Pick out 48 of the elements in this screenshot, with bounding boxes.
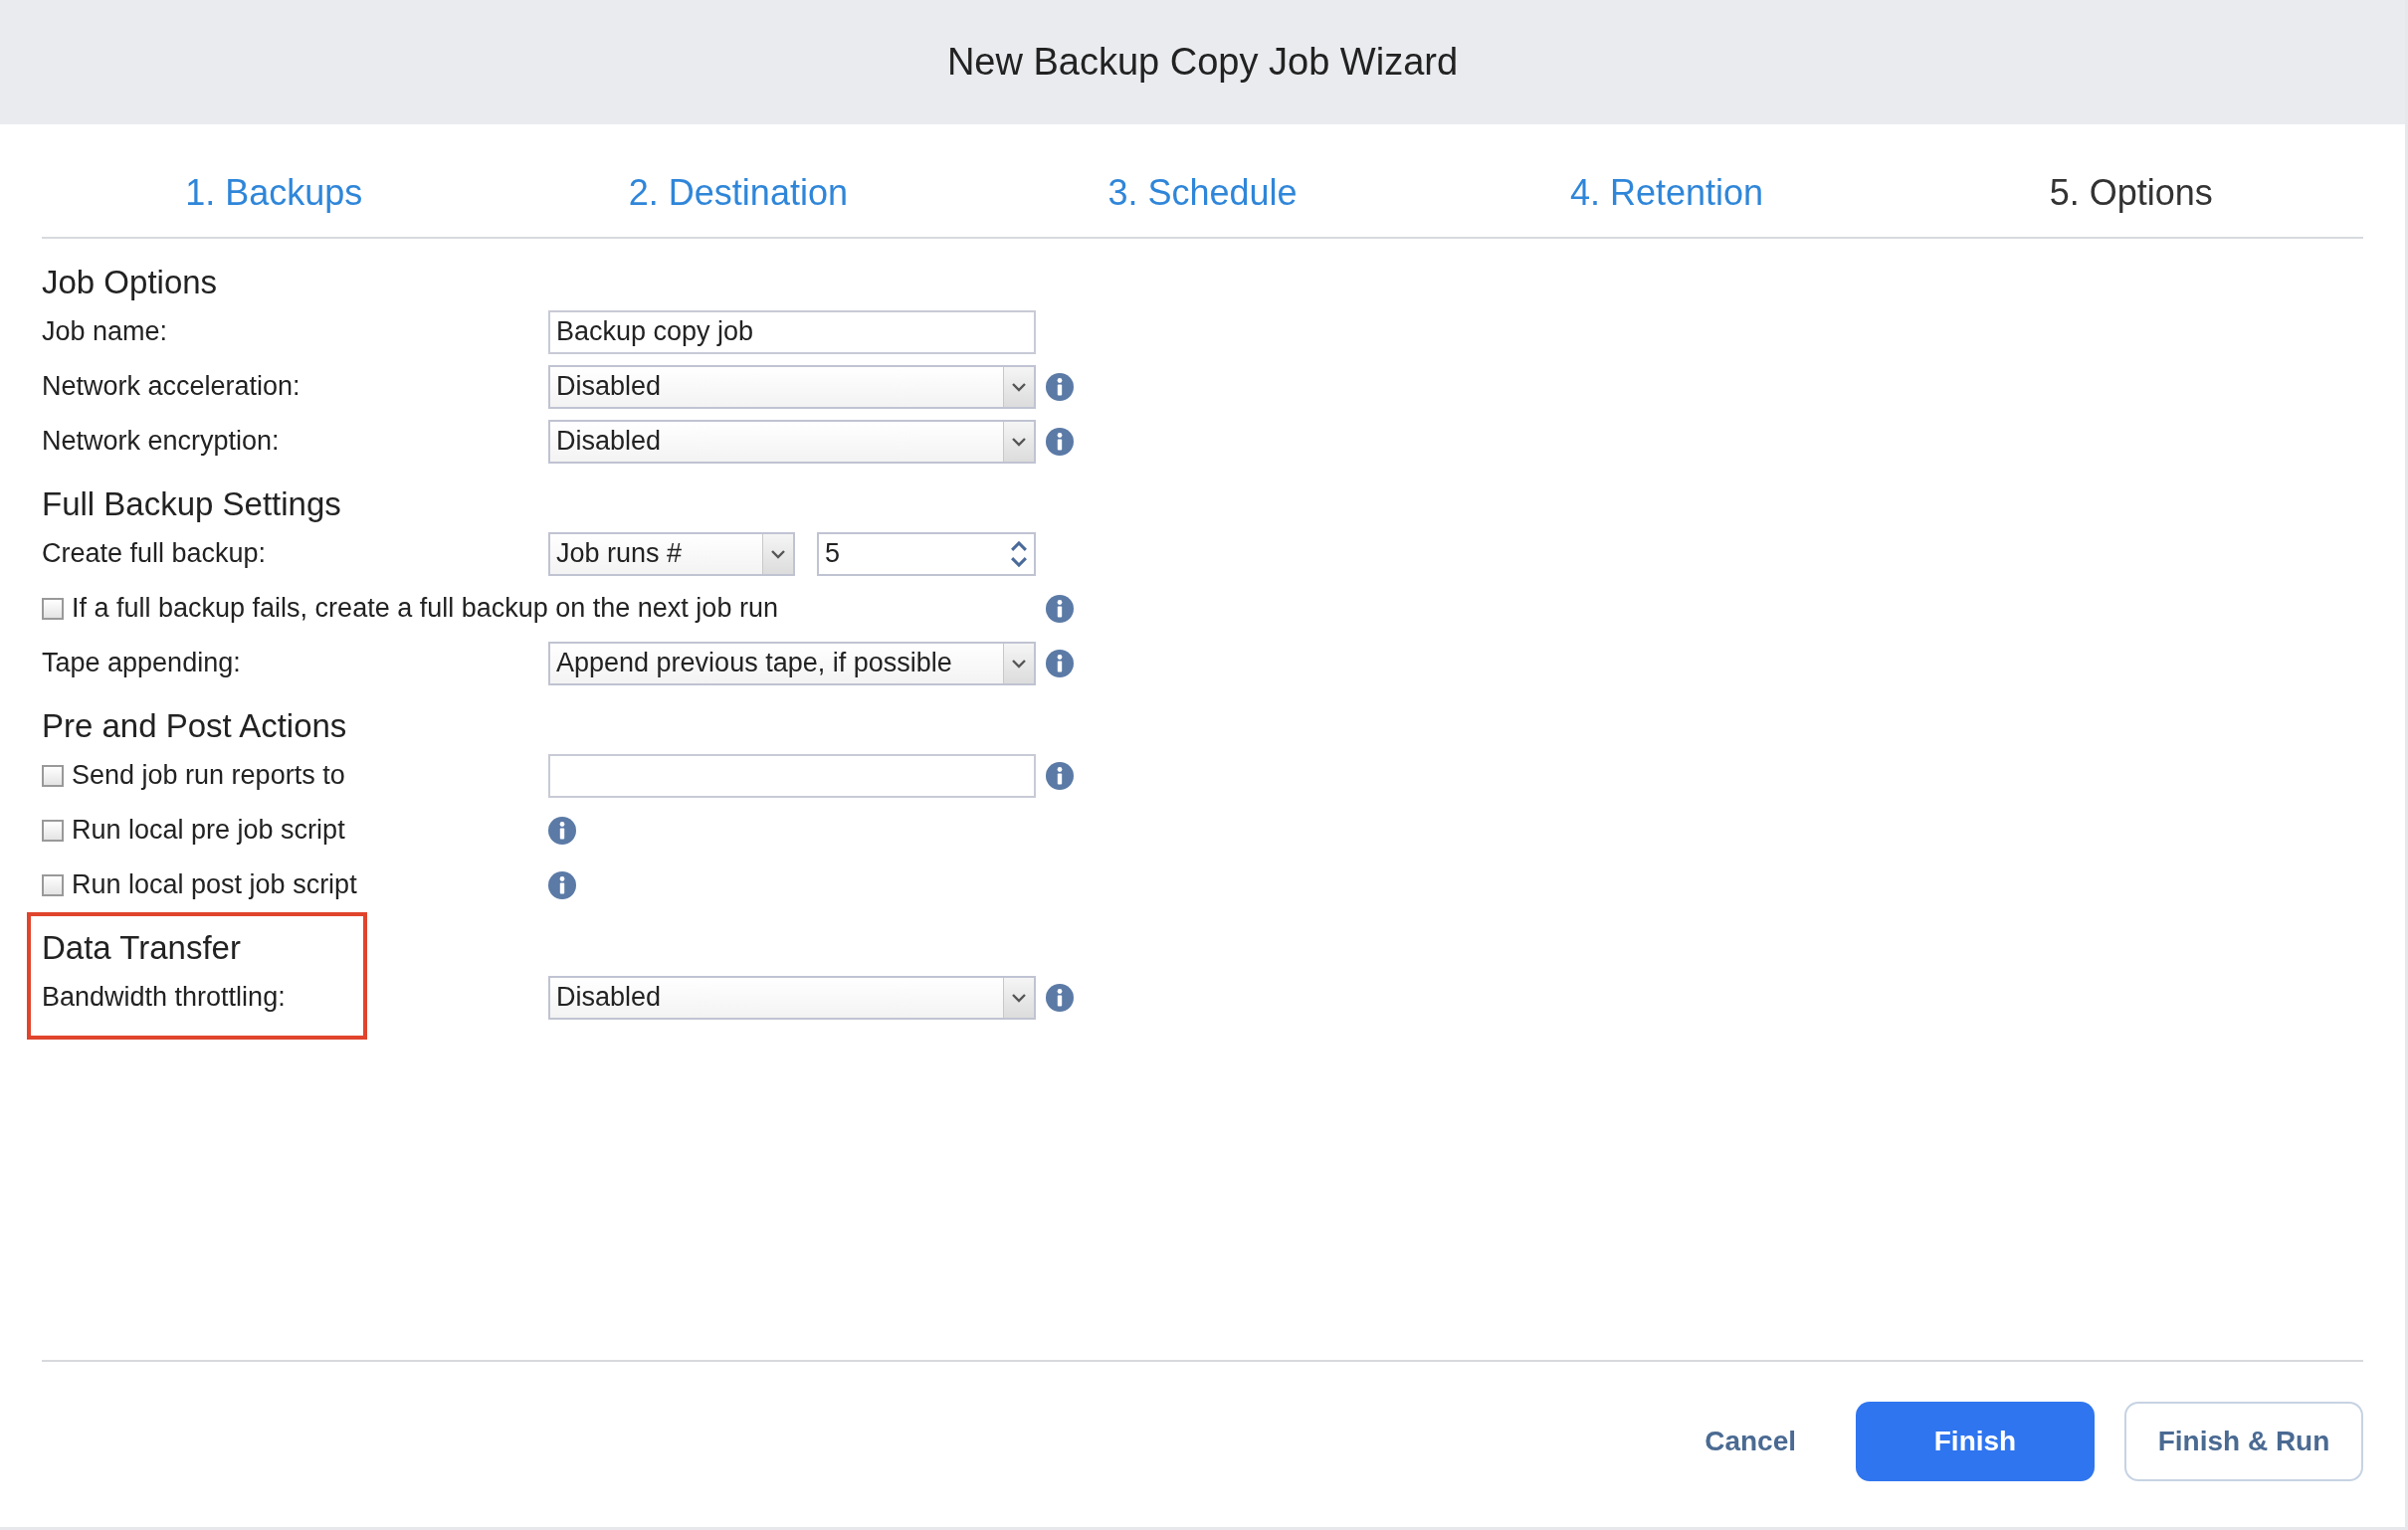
field-label: Network acceleration: (42, 371, 301, 402)
wizard-step-tab[interactable]: 5. Options (1899, 124, 2363, 237)
field-label: Network encryption: (42, 426, 280, 457)
checkbox-label: Run local post job script (72, 869, 357, 900)
dropdown[interactable]: Disabled (548, 975, 1036, 1020)
info-icon[interactable] (1046, 372, 1074, 401)
checkbox-label: Run local pre job script (72, 815, 345, 846)
caret-icon (1011, 992, 1027, 1003)
section-heading: Job Options (42, 263, 219, 302)
cancel-button[interactable]: Cancel (1675, 1402, 1826, 1481)
wizard-step-tab[interactable]: 4. Retention (1434, 124, 1900, 237)
checkbox[interactable] (42, 597, 64, 620)
field-label: Bandwidth throttling: (42, 982, 286, 1013)
dropdown[interactable]: Disabled (548, 364, 1036, 409)
number-spinner[interactable]: 5 (817, 531, 1036, 576)
checkbox[interactable] (42, 819, 64, 842)
checkbox-label: Send job run reports to (72, 760, 345, 791)
window-title: New Backup Copy Job Wizard (946, 41, 1459, 84)
info-icon[interactable] (1046, 427, 1074, 456)
section-heading: Pre and Post Actions (42, 706, 348, 746)
dropdown[interactable]: Job runs # (548, 531, 795, 576)
text-field[interactable]: Backup copy job (548, 309, 1036, 354)
field-label: Tape appending: (42, 648, 241, 678)
finish-button[interactable]: Finish (1856, 1402, 2095, 1481)
caret-icon (1011, 381, 1027, 392)
caret-icon (1011, 658, 1027, 669)
checkbox[interactable] (42, 873, 64, 896)
dropdown[interactable]: Disabled (548, 419, 1036, 464)
info-icon[interactable] (1046, 983, 1074, 1012)
wizard-step-tab[interactable]: 2. Destination (505, 124, 971, 237)
info-icon[interactable] (1046, 594, 1074, 623)
section-heading: Data Transfer (42, 928, 242, 968)
finish-and-run-button[interactable]: Finish & Run (2124, 1402, 2363, 1481)
email-field[interactable] (548, 753, 1036, 798)
wizard-step-tab[interactable]: 1. Backups (42, 124, 506, 237)
caret-icon (1011, 436, 1027, 447)
info-icon[interactable] (548, 870, 576, 899)
checkbox-label: If a full backup fails, create a full backup on the next job run (72, 593, 778, 624)
caret-icon (770, 548, 786, 559)
checkbox[interactable] (42, 764, 64, 787)
section-heading: Full Backup Settings (42, 484, 342, 524)
info-icon[interactable] (1046, 649, 1074, 677)
info-icon[interactable] (1046, 761, 1074, 790)
field-label: Job name: (42, 316, 168, 347)
dropdown[interactable]: Append previous tape, if possible (548, 641, 1036, 685)
field-label: Create full backup: (42, 538, 267, 569)
info-icon[interactable] (548, 816, 576, 845)
wizard-step-tab[interactable]: 3. Schedule (970, 124, 1435, 237)
